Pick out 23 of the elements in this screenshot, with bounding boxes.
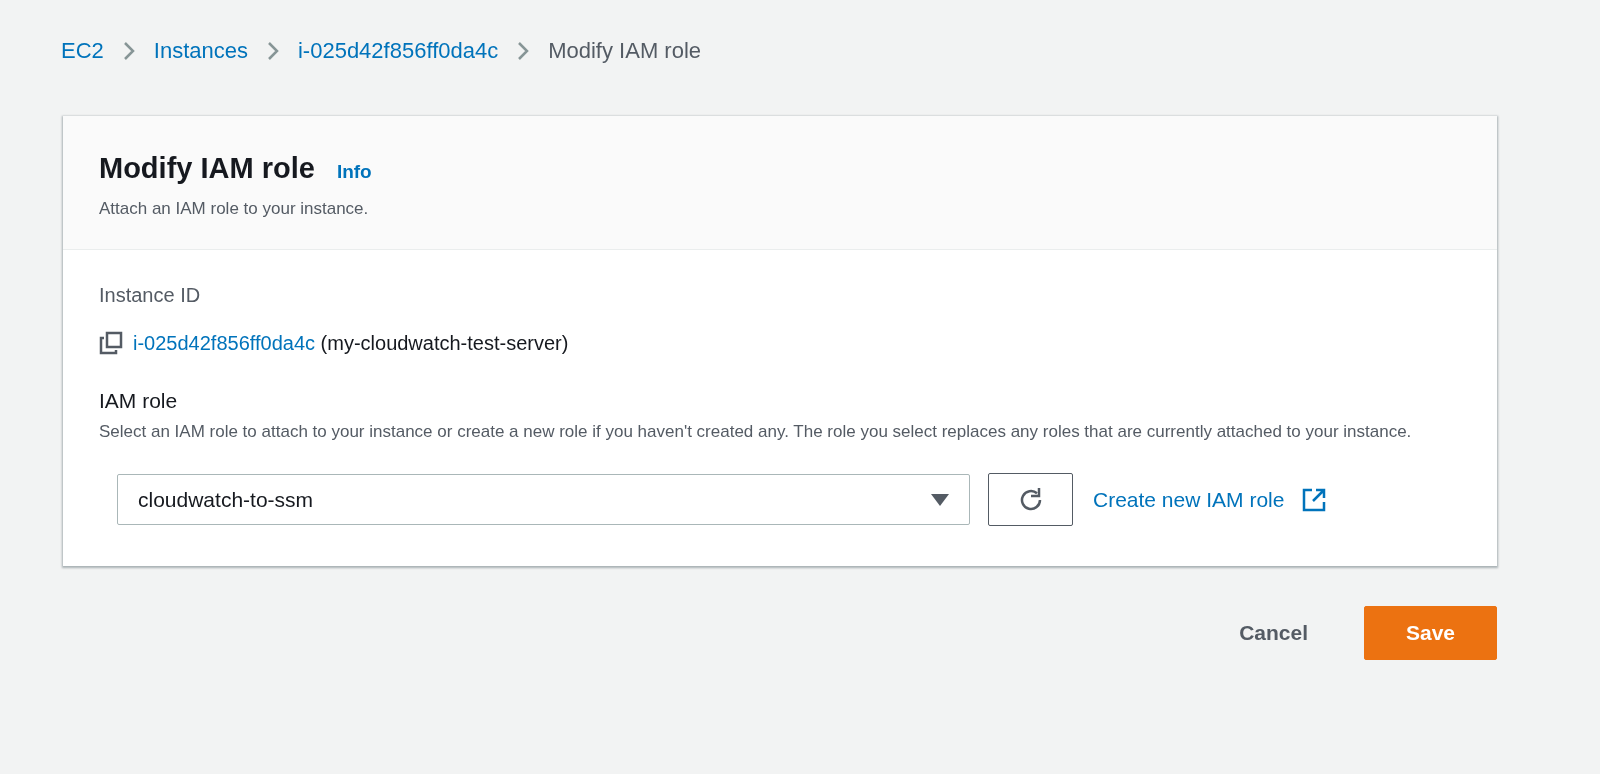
chevron-right-icon [121, 40, 136, 62]
breadcrumb-link[interactable]: i-025d42f856ff0da4c [297, 38, 499, 64]
info-link[interactable]: Info [336, 161, 372, 183]
chevron-right-icon [265, 40, 280, 62]
panel-title: Modify IAM role [99, 152, 315, 185]
save-button[interactable]: Save [1364, 606, 1497, 660]
refresh-button[interactable] [988, 473, 1073, 526]
breadcrumb-current: Modify IAM role [548, 38, 701, 64]
instance-name: (my-cloudwatch-test-server) [320, 331, 569, 354]
panel-description: Attach an IAM role to your instance. [99, 199, 370, 219]
copy-icon[interactable] [99, 331, 123, 355]
breadcrumb-link[interactable]: EC2 [61, 38, 104, 64]
create-role-link[interactable]: Create new IAM role [1093, 487, 1285, 512]
iam-role-select[interactable]: cloudwatch-to-ssm [117, 474, 970, 525]
iam-role-label: IAM role [99, 389, 179, 413]
instance-id-label: Instance ID [99, 284, 202, 307]
breadcrumb-link[interactable]: Instances [153, 38, 248, 64]
chevron-right-icon [516, 40, 531, 62]
instance-link[interactable]: i-025d42f856ff0da4c [133, 331, 315, 354]
caret-down-icon [931, 493, 949, 506]
external-link-icon [1302, 487, 1327, 512]
cancel-button[interactable]: Cancel [1219, 607, 1328, 659]
iam-role-description: Select an IAM role to attach to your instance or create a new role if you haven't created any. The role you select replaces any roles that are currently attached to your instance. [99, 421, 1413, 443]
